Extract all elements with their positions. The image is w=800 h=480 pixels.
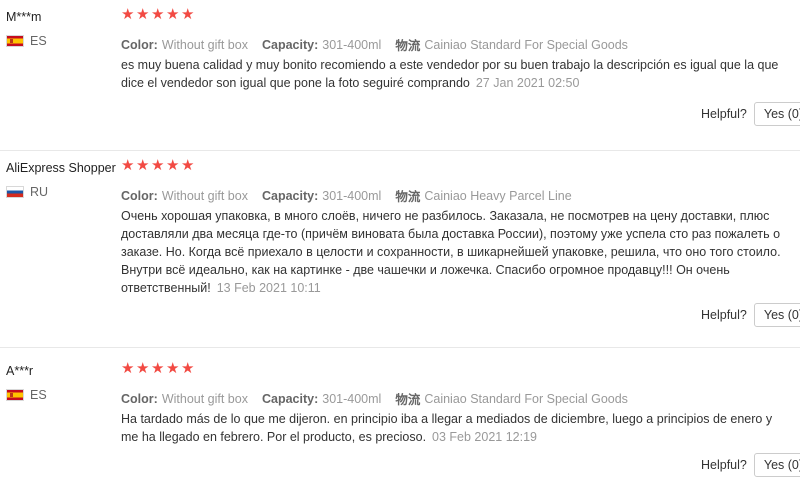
reviewer-country: ES — [6, 388, 47, 402]
star-icon: ★ — [151, 157, 165, 174]
shipping-label: 物流 — [395, 39, 421, 53]
spain-flag-icon — [6, 389, 24, 401]
helpful-section: Helpful? Yes (0) — [701, 303, 800, 327]
star-icon: ★ — [166, 157, 180, 174]
review-date: 03 Feb 2021 12:19 — [432, 430, 537, 444]
russia-flag-icon — [6, 186, 24, 198]
color-label: Color: — [121, 391, 158, 406]
color-label: Color: — [121, 188, 158, 203]
helpful-yes-button[interactable]: Yes (0) — [753, 102, 800, 126]
review-divider — [0, 347, 800, 348]
shipping-label: 物流 — [395, 190, 421, 204]
capacity-label: Capacity: — [261, 188, 319, 203]
shipping-value: Cainiao Heavy Parcel Line — [424, 188, 572, 203]
review-divider — [0, 150, 800, 151]
helpful-yes-button[interactable]: Yes (0) — [753, 303, 800, 327]
capacity-label: Capacity: — [261, 37, 319, 52]
reviewer-name: A***r — [6, 364, 34, 378]
star-icon: ★ — [166, 6, 180, 23]
star-icon: ★ — [136, 6, 150, 23]
color-label: Color: — [121, 37, 158, 52]
star-rating: ★ ★ ★ ★ ★ — [121, 6, 195, 23]
reviewer-country: ES — [6, 34, 47, 48]
review-item: AliExpress Shopper RU ★ ★ ★ ★ ★ Color: W… — [0, 157, 800, 341]
helpful-yes-button[interactable]: Yes (0) — [753, 453, 800, 477]
review-item: M***m ES ★ ★ ★ ★ ★ Color: Without gift b… — [0, 6, 800, 148]
star-icon: ★ — [181, 6, 195, 23]
country-code: ES — [30, 34, 47, 48]
review-attributes: Color: Without gift box Capacity: 301-40… — [121, 186, 586, 205]
star-icon: ★ — [136, 360, 150, 377]
star-icon: ★ — [121, 6, 135, 23]
color-value: Without gift box — [161, 188, 248, 203]
review-text-block: Очень хорошая упаковка, в много слоёв, н… — [121, 207, 791, 297]
review-item: A***r ES ★ ★ ★ ★ ★ Color: Without gift b… — [0, 360, 800, 480]
helpful-label: Helpful? — [701, 107, 747, 121]
reviewer-country: RU — [6, 185, 48, 199]
star-icon: ★ — [151, 6, 165, 23]
review-text-block: Ha tardado más de lo que me dijeron. en … — [121, 410, 791, 446]
star-icon: ★ — [181, 360, 195, 377]
spain-flag-icon — [6, 35, 24, 47]
helpful-section: Helpful? Yes (0) — [701, 102, 800, 126]
star-icon: ★ — [121, 157, 135, 174]
capacity-label: Capacity: — [261, 391, 319, 406]
color-value: Without gift box — [161, 391, 248, 406]
review-date: 27 Jan 2021 02:50 — [475, 76, 580, 90]
reviewer-name: M***m — [6, 10, 42, 24]
shipping-label: 物流 — [395, 393, 421, 407]
star-icon: ★ — [136, 157, 150, 174]
helpful-label: Helpful? — [701, 308, 747, 322]
review-date: 13 Feb 2021 10:11 — [216, 281, 321, 295]
helpful-label: Helpful? — [701, 458, 747, 472]
helpful-section: Helpful? Yes (0) — [701, 453, 800, 477]
star-icon: ★ — [181, 157, 195, 174]
country-code: RU — [30, 185, 49, 199]
capacity-value: 301-400ml — [322, 391, 382, 406]
star-icon: ★ — [166, 360, 180, 377]
star-rating: ★ ★ ★ ★ ★ — [121, 157, 195, 174]
capacity-value: 301-400ml — [322, 37, 382, 52]
color-value: Without gift box — [161, 37, 248, 52]
star-icon: ★ — [151, 360, 165, 377]
review-text-block: es muy buena calidad y muy bonito recomi… — [121, 56, 791, 92]
capacity-value: 301-400ml — [322, 188, 382, 203]
review-attributes: Color: Without gift box Capacity: 301-40… — [121, 389, 642, 408]
star-rating: ★ ★ ★ ★ ★ — [121, 360, 195, 377]
country-code: ES — [30, 388, 47, 402]
review-attributes: Color: Without gift box Capacity: 301-40… — [121, 35, 642, 54]
shipping-value: Cainiao Standard For Special Goods — [424, 37, 628, 52]
review-text: es muy buena calidad y muy bonito recomi… — [121, 58, 779, 90]
reviewer-name: AliExpress Shopper — [6, 161, 116, 175]
shipping-value: Cainiao Standard For Special Goods — [424, 391, 628, 406]
star-icon: ★ — [121, 360, 135, 377]
